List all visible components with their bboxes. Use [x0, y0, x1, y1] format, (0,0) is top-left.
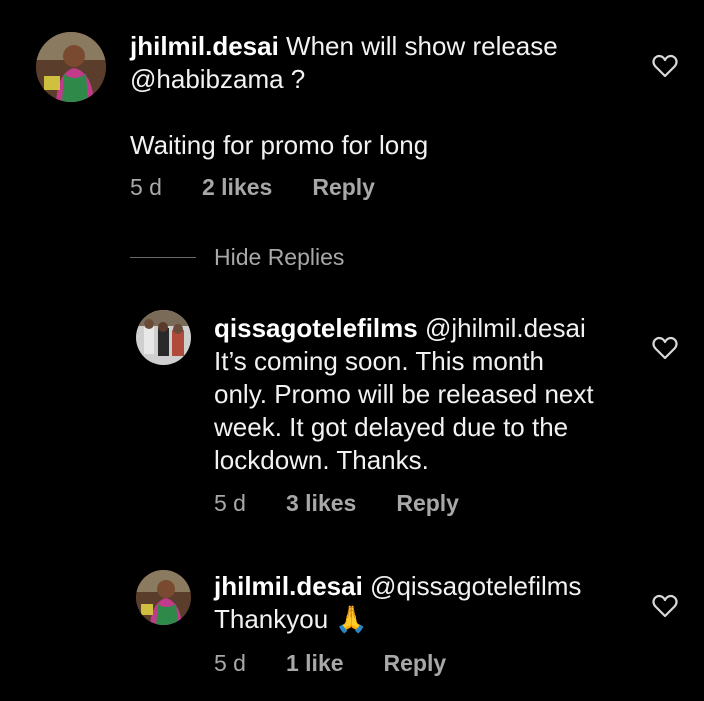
comments-thread: jhilmil.desai When will show release @ha… [0, 0, 704, 701]
reply-mention[interactable]: @qissagotelefilms [363, 571, 581, 601]
reply-button[interactable]: Reply [396, 490, 459, 517]
reply-time: 5 d [214, 490, 246, 516]
like-heart-icon[interactable] [652, 54, 678, 78]
comment-text-line1: When will show release [278, 31, 558, 61]
reply-likes[interactable]: 1 like [286, 650, 344, 677]
reply-username[interactable]: jhilmil.desai [214, 571, 363, 601]
avatar-jhilmil-desai[interactable] [36, 32, 106, 102]
reply-body: jhilmil.desai @qissagotelefilms Thankyou… [214, 570, 644, 636]
reply-text-line: week. It got delayed due to the [214, 412, 569, 442]
hide-replies-label[interactable]: Hide Replies [214, 244, 344, 271]
comment-mention[interactable]: @habibzama ? [130, 63, 630, 96]
avatar-jhilmil-desai[interactable] [136, 570, 191, 625]
reply-mention[interactable]: @jhilmil.desai [418, 313, 586, 343]
reply-meta: 5 d 1 like Reply [214, 650, 446, 677]
comment-meta: 5 d 2 likes Reply [130, 174, 375, 201]
hide-replies-toggle[interactable]: Hide Replies [130, 244, 344, 271]
reply-text: Thankyou 🙏 [214, 604, 368, 634]
comment-username[interactable]: jhilmil.desai [130, 31, 279, 61]
comment-text-line3: Waiting for promo for long [130, 130, 429, 160]
like-heart-icon[interactable] [652, 594, 678, 618]
reply-meta: 5 d 3 likes Reply [214, 490, 459, 517]
reply-time: 5 d [214, 650, 246, 676]
like-heart-icon[interactable] [652, 336, 678, 360]
reply-likes[interactable]: 3 likes [286, 490, 356, 517]
comment-line-1: jhilmil.desai When will show release [130, 30, 630, 63]
comment-body: jhilmil.desai When will show release @ha… [130, 30, 630, 162]
reply-button[interactable]: Reply [384, 650, 447, 677]
reply-line-1: jhilmil.desai @qissagotelefilms [214, 570, 644, 603]
reply-text-line: It’s coming soon. This month [214, 346, 544, 376]
divider-line [130, 257, 196, 258]
comment-time: 5 d [130, 174, 162, 200]
reply-body: qissagotelefilms @jhilmil.desai It’s com… [214, 312, 644, 477]
reply-username[interactable]: qissagotelefilms [214, 313, 418, 343]
reply-line-1: qissagotelefilms @jhilmil.desai [214, 312, 644, 345]
reply-text-line: lockdown. Thanks. [214, 445, 429, 475]
avatar-qissagotelefilms[interactable] [136, 310, 191, 365]
reply-text-line: only. Promo will be released next [214, 379, 594, 409]
comment-likes[interactable]: 2 likes [202, 174, 272, 201]
reply-button[interactable]: Reply [312, 174, 375, 201]
